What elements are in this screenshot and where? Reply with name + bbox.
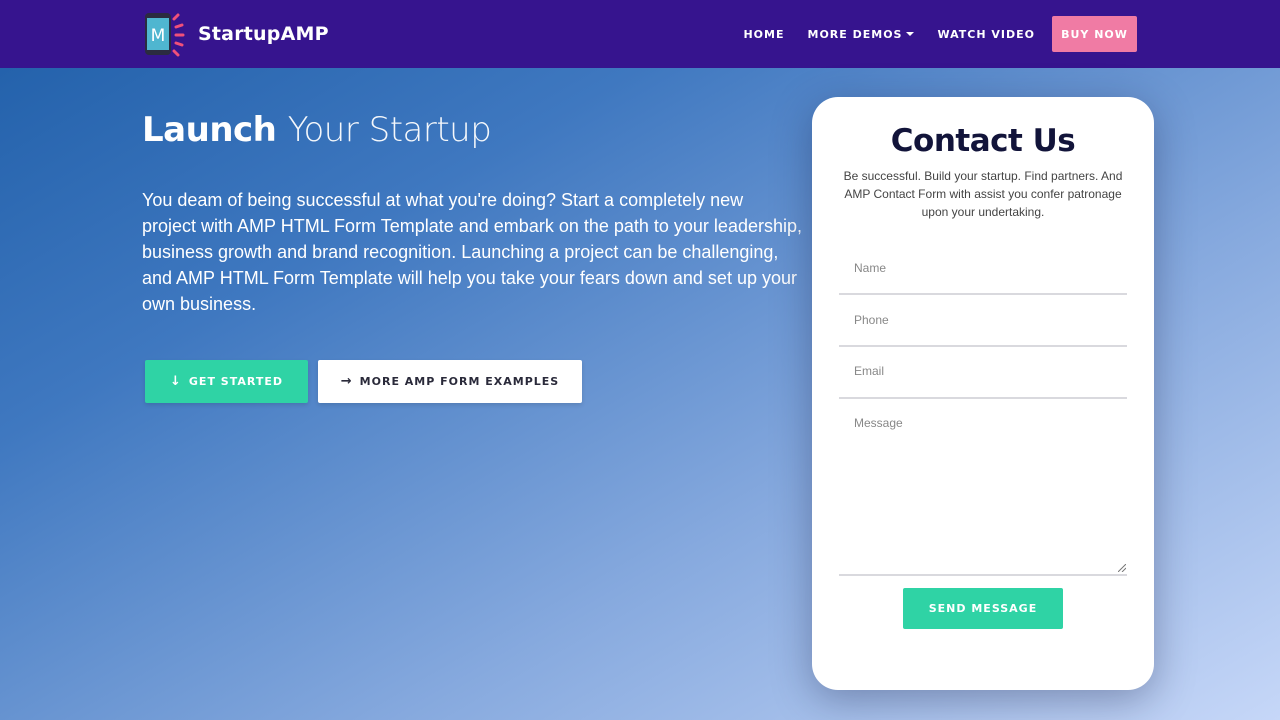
nav-more-demos-link[interactable]: MORE DEMOS	[808, 28, 915, 41]
brand[interactable]: M StartupAMP	[142, 10, 329, 58]
name-field[interactable]: Name	[839, 255, 1127, 295]
resize-handle-icon[interactable]	[1118, 564, 1126, 572]
contact-title: Contact Us	[890, 123, 1076, 159]
buy-now-button[interactable]: BUY NOW	[1052, 16, 1137, 52]
email-field[interactable]: Email	[839, 358, 1127, 399]
nav-links: HOME MORE DEMOS WATCH VIDEO BUY NOW	[743, 16, 1137, 52]
more-examples-label: MORE AMP FORM EXAMPLES	[359, 375, 560, 388]
nav-home-link[interactable]: HOME	[743, 28, 784, 41]
hero-title: Launch Your Startup	[142, 110, 492, 150]
phone-field[interactable]: Phone	[839, 307, 1127, 347]
arrow-right-icon: →	[340, 374, 353, 389]
nav-more-demos-label: MORE DEMOS	[807, 27, 903, 41]
brand-logo-icon: M	[145, 13, 185, 57]
message-field[interactable]: Message	[839, 410, 1127, 576]
message-placeholder: Message	[854, 416, 903, 430]
get-started-label: GET STARTED	[188, 375, 283, 388]
hero-description: You deam of being successful at what you…	[142, 190, 802, 314]
contact-card: Contact Us Be successful. Build your sta…	[812, 97, 1154, 690]
chevron-down-icon	[906, 32, 915, 36]
brand-logo-letter: M	[151, 26, 166, 46]
contact-subtitle: Be successful. Build your startup. Find …	[843, 169, 1123, 219]
navbar: M StartupAMP HOME MORE DEMOS WATCH VIDEO…	[0, 0, 1280, 68]
nav-watch-video-link[interactable]: WATCH VIDEO	[937, 28, 1035, 41]
arrow-down-icon: ↓	[170, 374, 182, 389]
hero-title-strong: Launch	[142, 110, 277, 150]
brand-name: StartupAMP	[198, 23, 329, 45]
hero-title-light: Your Startup	[287, 110, 492, 150]
send-message-button[interactable]: SEND MESSAGE	[903, 588, 1063, 629]
get-started-button[interactable]: ↓ GET STARTED	[145, 360, 308, 403]
more-examples-button[interactable]: → MORE AMP FORM EXAMPLES	[318, 360, 582, 403]
